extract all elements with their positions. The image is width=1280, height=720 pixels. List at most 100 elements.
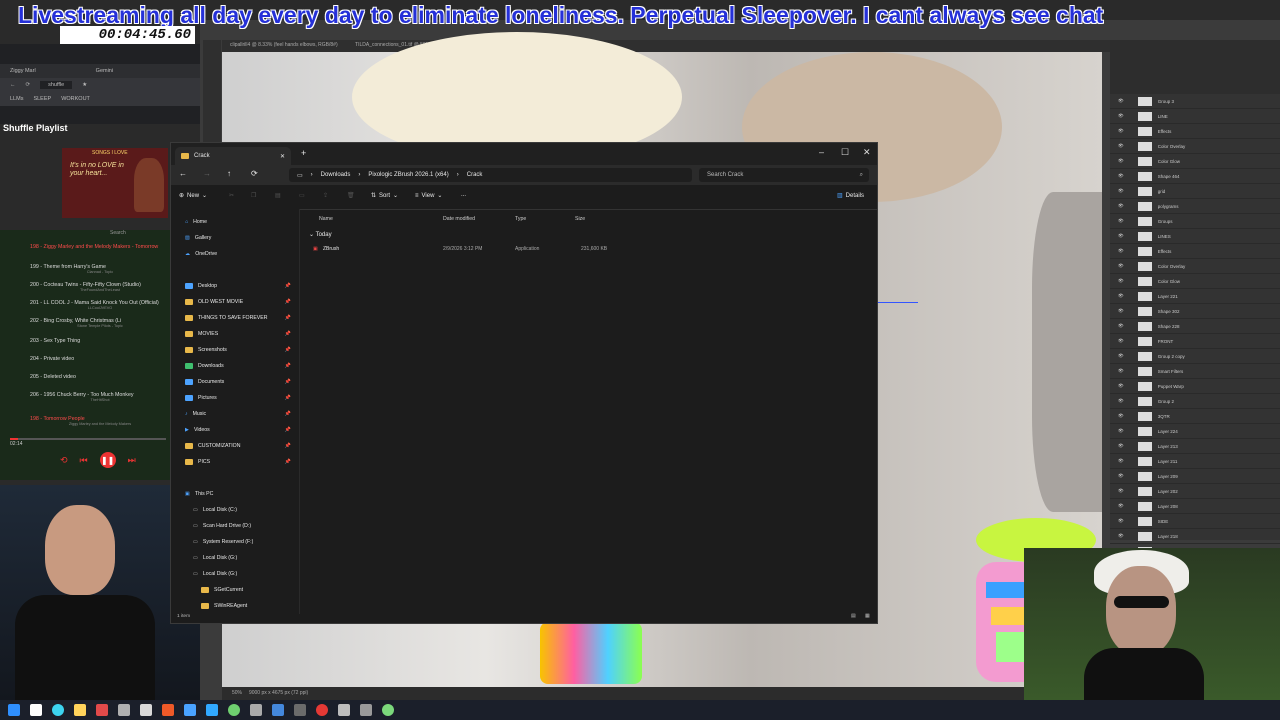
column-name[interactable]: Name	[319, 216, 333, 222]
visibility-eye-icon[interactable]: 👁	[1118, 428, 1124, 434]
file-explorer-icon[interactable]	[74, 704, 86, 716]
visibility-eye-icon[interactable]: 👁	[1118, 533, 1124, 539]
nav-item-movies[interactable]: MOVIES 📌	[185, 327, 297, 341]
playlist-song[interactable]: 198 - Ziggy Marley and the Melody Makers…	[30, 244, 170, 250]
maximize-icon[interactable]: ☐	[841, 147, 849, 158]
close-window-icon[interactable]: ✕	[863, 147, 871, 158]
ps-tab-1[interactable]: clipallrill4 @ 8.33% (feel hands elbows,…	[222, 40, 346, 50]
layer-row[interactable]: 👁 SIDE	[1110, 514, 1280, 529]
bookmark-sleep[interactable]: SLEEP	[33, 96, 51, 102]
playlist-panel[interactable]: Search 198 - Ziggy Marley and the Melody…	[0, 230, 170, 480]
playlist-song[interactable]: 205 - Deleted video	[30, 374, 170, 380]
visibility-eye-icon[interactable]: 👁	[1118, 458, 1124, 464]
back-arrow-icon[interactable]: ←	[179, 169, 187, 178]
copy-icon[interactable]: ❐	[251, 192, 256, 199]
layer-row[interactable]: 👁 Layer 209	[1110, 469, 1280, 484]
visibility-eye-icon[interactable]: 👁	[1118, 113, 1124, 119]
visibility-eye-icon[interactable]: 👁	[1118, 413, 1124, 419]
cut-icon[interactable]: ✂	[229, 192, 234, 199]
layer-list[interactable]: 👁 Group 3 👁 LINE 👁 Effects 👁 Color Overlay 👁 Colo…	[1110, 94, 1280, 589]
app-icon-2[interactable]	[338, 704, 350, 716]
playlist-song[interactable]: 202 - Bing Crosby, White Christmas (Li St…	[30, 318, 170, 328]
nav-item-screenshots[interactable]: Screenshots 📌	[185, 343, 297, 357]
column-size[interactable]: Size	[575, 216, 585, 222]
nav-item-music[interactable]: ♪ Music 📌	[185, 407, 297, 421]
visibility-eye-icon[interactable]: 👁	[1118, 503, 1124, 509]
visibility-eye-icon[interactable]: 👁	[1118, 158, 1124, 164]
explorer-tab[interactable]: Crack ✕	[175, 147, 291, 165]
tiles-view-icon[interactable]: ▦	[865, 614, 870, 619]
browser-tab-1[interactable]: Ziggy Marl	[10, 68, 36, 74]
visibility-eye-icon[interactable]: 👁	[1118, 128, 1124, 134]
layer-row[interactable]: 👁 Layer 224	[1110, 424, 1280, 439]
layer-row[interactable]: 👁 FRONT	[1110, 334, 1280, 349]
visibility-eye-icon[interactable]: 👁	[1118, 278, 1124, 284]
breadcrumb-downloads[interactable]: Downloads	[321, 172, 351, 178]
layer-row[interactable]: 👁 Layer 213	[1110, 439, 1280, 454]
browser-icon[interactable]	[184, 704, 196, 716]
app-gray-icon[interactable]	[294, 704, 306, 716]
app-icon-4[interactable]	[382, 704, 394, 716]
nav-item-local-disk-c-[interactable]: ▭ Local Disk (C:)	[193, 503, 305, 517]
layer-row[interactable]: 👁 Color Glow	[1110, 274, 1280, 289]
nav-item-videos[interactable]: ▶ Videos 📌	[185, 423, 297, 437]
visibility-eye-icon[interactable]: 👁	[1118, 293, 1124, 299]
visibility-eye-icon[interactable]: 👁	[1118, 473, 1124, 479]
nav-item-swinreagent[interactable]: SWinREAgent	[201, 599, 313, 613]
nav-item-gallery[interactable]: ▨ Gallery	[185, 231, 297, 245]
start-icon[interactable]	[8, 704, 20, 716]
playlist-song[interactable]: 206 - 1956 Chuck Berry - Too Much Monkey…	[30, 392, 170, 402]
pause-button[interactable]: ❚❚	[99, 452, 116, 468]
paste-icon[interactable]: ▤	[275, 192, 281, 199]
nav-item-local-disk-g-[interactable]: ▭ Local Disk (G:)	[193, 551, 305, 565]
nav-item-pictures[interactable]: Pictures 📌	[185, 391, 297, 405]
rename-icon[interactable]: ▭	[299, 192, 305, 199]
view-button[interactable]: ≡ View ⌄	[415, 192, 442, 200]
nav-item-home[interactable]: ⌂ Home	[185, 215, 297, 229]
group-header[interactable]: ⌄ Today	[309, 231, 332, 238]
playlist-song[interactable]: 201 - LL COOL J - Mama Said Knock You Ou…	[30, 300, 170, 310]
visibility-eye-icon[interactable]: 👁	[1118, 518, 1124, 524]
notepad-icon[interactable]	[250, 704, 262, 716]
layer-row[interactable]: 👁 Shape 228	[1110, 319, 1280, 334]
visibility-eye-icon[interactable]: 👁	[1118, 338, 1124, 344]
visibility-eye-icon[interactable]: 👁	[1118, 308, 1124, 314]
visibility-eye-icon[interactable]: 👁	[1118, 143, 1124, 149]
forward-arrow-icon[interactable]: →	[203, 169, 211, 178]
playlist-song[interactable]: 200 - Cocteau Twins - Fifty-Fifty Clown …	[30, 282, 170, 292]
layer-row[interactable]: 👁 polygrams	[1110, 199, 1280, 214]
more-options-button[interactable]: ...	[461, 192, 466, 198]
nav-item-customization[interactable]: CUSTOMIZATION 📌	[185, 439, 297, 453]
reload-icon[interactable]: ⟳	[26, 82, 31, 88]
nav-item-system-reserved-f-[interactable]: ▭ System Reserved (F:)	[193, 535, 305, 549]
app-red-icon[interactable]	[96, 704, 108, 716]
nav-item-pics[interactable]: PICS 📌	[185, 455, 297, 469]
layer-row[interactable]: 👁 Layer 211	[1110, 454, 1280, 469]
app-orange-icon[interactable]	[162, 704, 174, 716]
layer-row[interactable]: 👁 Shape 302	[1110, 304, 1280, 319]
next-icon[interactable]: ⏭	[128, 455, 136, 466]
layer-row[interactable]: 👁 Color Glow	[1110, 154, 1280, 169]
visibility-eye-icon[interactable]: 👁	[1118, 188, 1124, 194]
layer-row[interactable]: 👁 Smart Filters	[1110, 364, 1280, 379]
visibility-eye-icon[interactable]: 👁	[1118, 248, 1124, 254]
playlist-song[interactable]: 199 - Theme from Harry's Game Clannad - T…	[30, 264, 170, 274]
bookmark-workout[interactable]: WORKOUT	[61, 96, 90, 102]
visibility-eye-icon[interactable]: 👁	[1118, 233, 1124, 239]
visibility-eye-icon[interactable]: 👁	[1118, 173, 1124, 179]
visibility-eye-icon[interactable]: 👁	[1118, 353, 1124, 359]
new-button[interactable]: ⊕ New ⌄	[179, 192, 207, 200]
app-blue-icon[interactable]	[272, 704, 284, 716]
delete-icon[interactable]: 🗑	[347, 192, 355, 199]
layer-row[interactable]: 👁 Layer 202	[1110, 484, 1280, 499]
layer-row[interactable]: 👁 Puppet Warp	[1110, 379, 1280, 394]
nav-item-old-west-movie[interactable]: OLD WEST MOVIE 📌	[185, 295, 297, 309]
layer-row[interactable]: 👁 Group 3	[1110, 94, 1280, 109]
settings-gear-icon[interactable]	[118, 704, 130, 716]
share-icon[interactable]: ⇪	[323, 192, 328, 199]
nav-item-desktop[interactable]: Desktop 📌	[185, 279, 297, 293]
visibility-eye-icon[interactable]: 👁	[1118, 488, 1124, 494]
layer-row[interactable]: 👁 Layer 221	[1110, 289, 1280, 304]
breadcrumb-zbrush[interactable]: Pixologic ZBrush 2026.1 (x64)	[368, 172, 448, 178]
close-tab-icon[interactable]: ✕	[280, 153, 285, 160]
